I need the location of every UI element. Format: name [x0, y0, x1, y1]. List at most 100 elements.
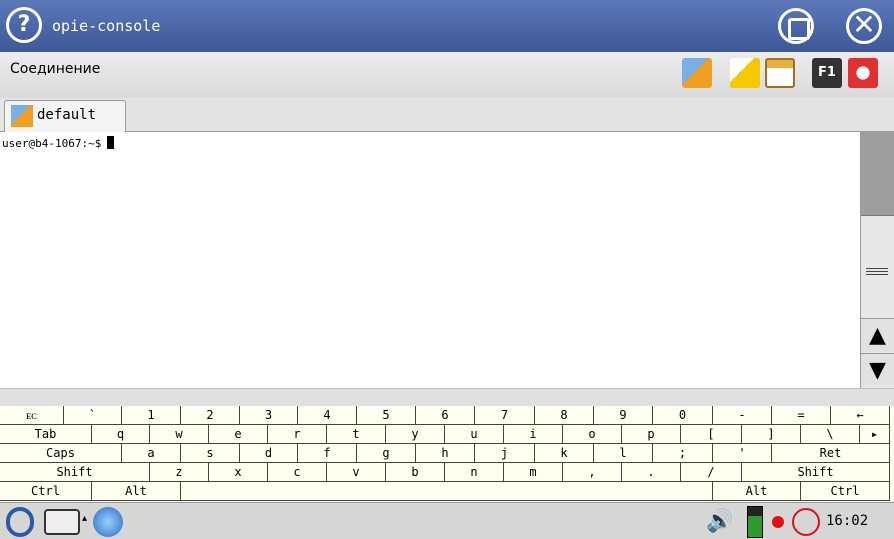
- key[interactable]: `: [64, 406, 122, 425]
- key[interactable]: c: [268, 463, 327, 482]
- tab-label: default: [37, 107, 97, 123]
- key[interactable]: =: [772, 406, 831, 425]
- key[interactable]: z: [150, 463, 209, 482]
- clock[interactable]: 16:02: [826, 513, 868, 529]
- scrollbar-track[interactable]: [861, 216, 894, 316]
- battery-icon[interactable]: [747, 506, 763, 538]
- key[interactable]: Shift: [742, 463, 890, 482]
- key[interactable]: x: [209, 463, 268, 482]
- ring-icon[interactable]: [792, 508, 820, 536]
- maximize-button[interactable]: [778, 8, 814, 44]
- key[interactable]: Ret: [772, 444, 890, 463]
- paste-icon[interactable]: [765, 58, 795, 88]
- key[interactable]: q: [92, 425, 150, 444]
- splitter[interactable]: [0, 388, 894, 406]
- key[interactable]: Ctrl: [801, 482, 890, 501]
- key[interactable]: 0: [653, 406, 713, 425]
- menu-connection[interactable]: Соединение: [10, 61, 100, 77]
- title-bar: ? opie-console ✕: [0, 0, 894, 52]
- key[interactable]: ': [713, 444, 772, 463]
- keyboard-row-3: Caps a s d f g h j k l; ' Ret: [0, 444, 894, 463]
- key[interactable]: n: [445, 463, 504, 482]
- key[interactable]: u: [445, 425, 504, 444]
- key[interactable]: ᴇᴄ: [0, 406, 64, 425]
- key[interactable]: o: [563, 425, 622, 444]
- scroll-down-button[interactable]: ▼: [861, 353, 894, 387]
- key[interactable]: s: [181, 444, 240, 463]
- key[interactable]: Caps: [0, 444, 122, 463]
- key[interactable]: 5: [357, 406, 416, 425]
- key[interactable]: ;: [653, 444, 713, 463]
- key[interactable]: -: [713, 406, 772, 425]
- grip-icon: [866, 268, 888, 275]
- window-title: opie-console: [52, 17, 161, 35]
- prompt-text: user@b4-1067:~$: [2, 137, 102, 150]
- opie-console-window: ? opie-console ✕ Соединение F1 default u…: [0, 0, 894, 539]
- key[interactable]: .: [622, 463, 681, 482]
- key[interactable]: Shift: [0, 463, 150, 482]
- key[interactable]: Alt: [92, 482, 181, 501]
- speaker-icon[interactable]: 🔊: [706, 509, 733, 534]
- text-cursor: [107, 136, 115, 149]
- key[interactable]: \: [801, 425, 860, 444]
- key[interactable]: ,: [563, 463, 622, 482]
- key[interactable]: Alt: [713, 482, 801, 501]
- opie-menu-icon[interactable]: [6, 507, 34, 537]
- key[interactable]: h: [416, 444, 475, 463]
- key[interactable]: ←: [831, 406, 890, 425]
- key[interactable]: 2: [181, 406, 240, 425]
- key[interactable]: e: [209, 425, 268, 444]
- space-key[interactable]: [181, 482, 713, 501]
- close-button[interactable]: ✕: [846, 8, 882, 44]
- menu-bar: Соединение F1: [0, 52, 894, 98]
- record-icon[interactable]: [772, 516, 784, 528]
- tab-default[interactable]: default: [4, 100, 126, 132]
- keyboard-row-4: Shift z x c v b n m,. / Shift: [0, 463, 894, 482]
- key[interactable]: 9: [594, 406, 653, 425]
- terminal-area[interactable]: user@b4-1067:~$: [0, 132, 860, 388]
- key[interactable]: i: [504, 425, 563, 444]
- new-connection-icon[interactable]: [682, 58, 712, 88]
- key[interactable]: w: [150, 425, 209, 444]
- key[interactable]: a: [122, 444, 181, 463]
- key[interactable]: d: [240, 444, 298, 463]
- function-keys-icon[interactable]: F1: [812, 58, 842, 88]
- key[interactable]: [: [681, 425, 742, 444]
- key[interactable]: ]: [742, 425, 801, 444]
- help-icon[interactable]: ?: [6, 7, 42, 43]
- key[interactable]: k: [535, 444, 594, 463]
- key[interactable]: y: [386, 425, 445, 444]
- console-app-icon[interactable]: [93, 507, 123, 537]
- key[interactable]: f: [298, 444, 357, 463]
- key[interactable]: Ctrl: [0, 482, 92, 501]
- key[interactable]: ▸: [860, 425, 890, 444]
- key[interactable]: j: [475, 444, 535, 463]
- vertical-scrollbar[interactable]: ▲ ▼: [860, 132, 894, 388]
- key[interactable]: v: [327, 463, 386, 482]
- key[interactable]: p: [622, 425, 681, 444]
- key[interactable]: m: [504, 463, 563, 482]
- fullscreen-icon[interactable]: [848, 58, 878, 88]
- key[interactable]: 3: [240, 406, 298, 425]
- key[interactable]: 4: [298, 406, 357, 425]
- favorite-icon[interactable]: [730, 58, 760, 88]
- scrollbar-thumb[interactable]: [861, 132, 894, 216]
- keyboard-row-5: Ctrl Alt Alt Ctrl: [0, 482, 894, 501]
- key[interactable]: g: [357, 444, 416, 463]
- keyboard-icon[interactable]: [44, 509, 80, 535]
- key[interactable]: r: [268, 425, 327, 444]
- key[interactable]: /: [681, 463, 742, 482]
- terminal-line: user@b4-1067:~$: [2, 136, 115, 150]
- key[interactable]: 8: [535, 406, 594, 425]
- key[interactable]: 7: [475, 406, 535, 425]
- virtual-keyboard: ᴇᴄ ` 1 2 3 4 5 6 7 8 9 0- = ← Tab q w e r t y u i o p[] \ ▸ Caps a…: [0, 406, 894, 502]
- key[interactable]: t: [327, 425, 386, 444]
- key[interactable]: b: [386, 463, 445, 482]
- input-method-arrow-icon[interactable]: ▴: [82, 513, 87, 524]
- key[interactable]: 6: [416, 406, 475, 425]
- key[interactable]: l: [594, 444, 653, 463]
- key[interactable]: 1: [122, 406, 181, 425]
- scroll-up-button[interactable]: ▲: [861, 318, 894, 352]
- key[interactable]: Tab: [0, 425, 92, 444]
- tab-bar: default: [0, 98, 894, 132]
